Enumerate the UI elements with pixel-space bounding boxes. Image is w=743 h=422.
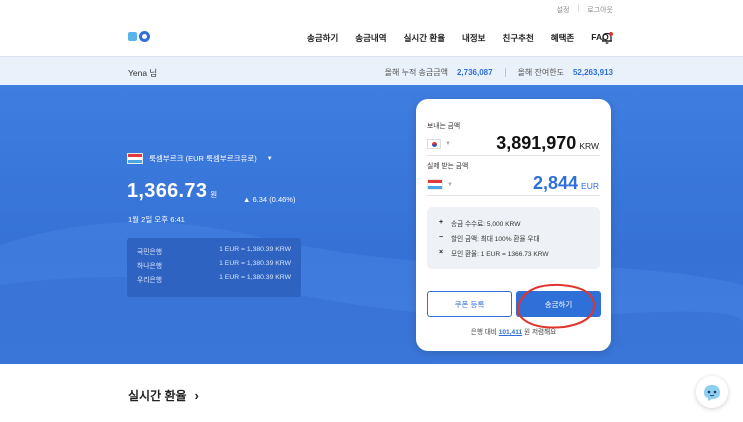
receive-amount-value: 2,844 [533, 173, 579, 193]
remaining-label: 올해 잔여한도 [517, 68, 564, 77]
rate-timestamp: 1월 2일 오후 6:41 [128, 215, 185, 224]
send-amount-input[interactable]: 3,891,970 KRW [496, 133, 599, 154]
send-amount-value: 3,891,970 [496, 133, 577, 153]
logo-square-icon [128, 32, 137, 41]
korea-flag-icon [427, 139, 441, 149]
nav-live-rate[interactable]: 실시간 환율 [404, 32, 445, 44]
nav-history[interactable]: 송금내역 [355, 32, 386, 44]
receive-currency-code: EUR [581, 181, 599, 191]
luxembourg-flag-icon [127, 153, 143, 164]
nav-send[interactable]: 송금하기 [307, 32, 338, 44]
luxembourg-flag-icon [427, 179, 443, 190]
coupon-register-button[interactable]: 쿠폰 등록 [427, 291, 512, 317]
divider [427, 195, 600, 196]
live-rate-section-title[interactable]: 실시간 환율 › [128, 387, 199, 404]
bank-rate: 1 EUR = 1,380.39 KRW [219, 246, 291, 253]
limit-stats: 올해 누적 송금금액 2,736,087 올해 잔여한도 52,263,913 [385, 67, 613, 78]
currency-selector[interactable]: 룩셈부르크 (EUR 룩셈부르크유로) ▼ [127, 153, 273, 164]
divider: | [577, 5, 580, 12]
main-nav: 송금하기 송금내역 실시간 환율 내정보 친구추천 혜택존 FAQ [307, 32, 609, 44]
fee-breakdown: + 송금 수수료: 5,000 KRW − 할인 금액: 최대 100% 환율 … [427, 207, 600, 269]
annotation-circle [517, 283, 596, 329]
send-currency-code: KRW [579, 141, 599, 151]
send-amount-label: 보내는 금액 [427, 123, 461, 130]
fee-text: 송금 수수료: 5,000 KRW [451, 220, 521, 228]
fee-text: 모인 환율: 1 EUR = 1366.73 KRW [451, 250, 549, 258]
multiply-icon: × [438, 249, 444, 256]
currency-name: 룩셈부르크 (EUR 룩셈부르크유로) [149, 154, 257, 163]
bank-rate-row: 국민은행 1 EUR = 1,380.39 KRW [137, 246, 291, 260]
current-rate: 1,366.73 원 [127, 180, 217, 203]
bank-rate: 1 EUR = 1,380.39 KRW [219, 274, 291, 281]
nav-benefits[interactable]: 혜택존 [551, 32, 574, 44]
bank-name: 국민은행 [137, 249, 163, 256]
utility-links: 설정 | 로그아웃 [557, 5, 613, 15]
send-currency-select[interactable]: ▼ [427, 139, 451, 149]
chevron-down-icon: ▼ [266, 155, 273, 162]
section-title-text: 실시간 환율 [128, 389, 187, 403]
logo-circle-icon [139, 31, 150, 42]
chevron-right-icon: › [194, 388, 199, 403]
rate-value: 1,366.73 [127, 180, 208, 202]
fee-row: − 할인 금액: 최대 100% 환율 우대 [437, 230, 590, 245]
bell-icon[interactable] [600, 31, 614, 45]
user-greeting: Yena 님 [128, 68, 158, 78]
settings-link[interactable]: 설정 [557, 5, 570, 15]
divider [504, 68, 506, 77]
chevron-down-icon: ▼ [447, 181, 453, 188]
nav-referral[interactable]: 친구추천 [503, 32, 534, 44]
bank-rates-box: 국민은행 1 EUR = 1,380.39 KRW 하나은행 1 EUR = 1… [127, 238, 301, 297]
minus-icon: − [438, 234, 444, 241]
bank-rate-row: 우리은행 1 EUR = 1,380.39 KRW [137, 274, 291, 288]
chevron-down-icon: ▼ [445, 141, 451, 147]
hero-section [0, 85, 743, 364]
top-header: 설정 | 로그아웃 송금하기 송금내역 실시간 환율 내정보 친구추천 혜택존 … [0, 0, 743, 56]
bank-name: 하나은행 [137, 263, 163, 270]
bank-name: 우리은행 [137, 277, 163, 284]
nav-my-info[interactable]: 내정보 [462, 32, 485, 44]
background-wave [0, 222, 743, 364]
receive-amount-label: 실제 받는 금액 [427, 163, 469, 170]
ytd-value: 2,736,087 [456, 68, 493, 77]
plus-icon: + [438, 219, 444, 226]
receive-amount-input[interactable]: 2,844 EUR [533, 173, 599, 194]
logout-link[interactable]: 로그아웃 [587, 5, 613, 15]
ytd-label: 올해 누적 송금금액 [384, 68, 448, 77]
savings-prefix: 은행 대비 [470, 329, 497, 336]
logo[interactable] [128, 31, 150, 42]
account-summary-bar: Yena 님 올해 누적 송금금액 2,736,087 올해 잔여한도 52,2… [0, 56, 743, 85]
rate-unit: 원 [210, 190, 218, 199]
receive-currency-select[interactable]: ▼ [427, 179, 453, 190]
rate-change: ▲ 6.34 (0.46%) [243, 195, 296, 204]
divider [427, 155, 600, 156]
remaining-value: 52,263,913 [572, 68, 613, 77]
fee-text: 할인 금액: 최대 100% 환율 우대 [451, 235, 540, 243]
fee-row: + 송금 수수료: 5,000 KRW [437, 215, 590, 230]
fee-row: × 모인 환율: 1 EUR = 1366.73 KRW [437, 245, 590, 260]
chatbot-icon[interactable] [696, 376, 728, 408]
bank-rate: 1 EUR = 1,380.39 KRW [219, 260, 291, 267]
bank-rate-row: 하나은행 1 EUR = 1,380.39 KRW [137, 260, 291, 274]
